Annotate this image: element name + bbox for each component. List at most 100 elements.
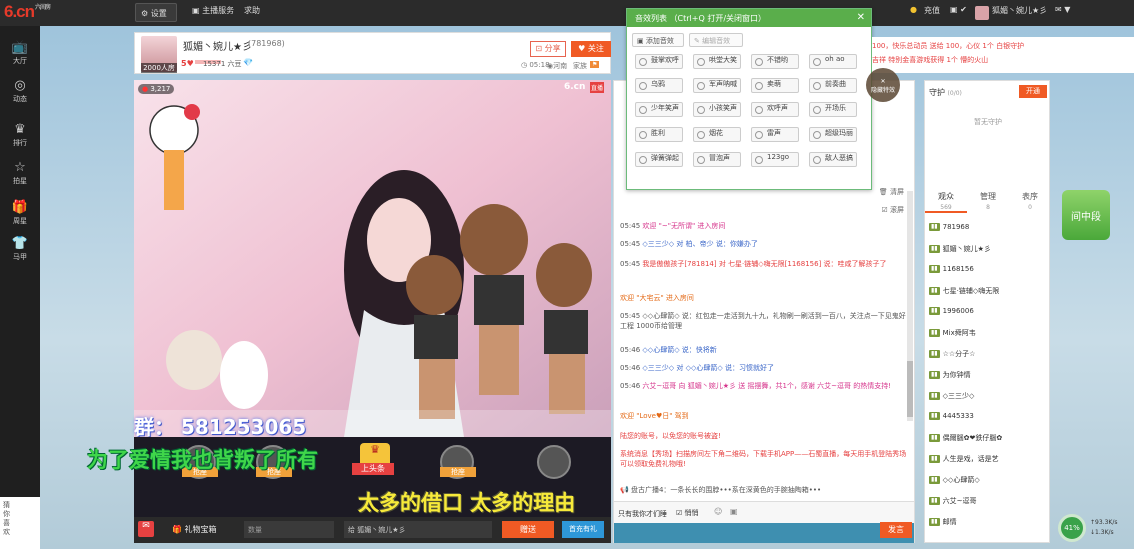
sfx-item[interactable]: 超级玛丽 bbox=[809, 127, 857, 142]
coin-icon: ● bbox=[910, 5, 917, 14]
host-service-link[interactable]: ▣ 主播服务 bbox=[192, 5, 234, 16]
scroll-toggle[interactable]: ☑ 滚屏 bbox=[881, 205, 904, 215]
user-level-badge: ▮▮ bbox=[929, 497, 940, 505]
sfx-item[interactable]: 胜利 bbox=[635, 127, 683, 142]
sfx-item[interactable]: 前奏曲 bbox=[809, 78, 857, 93]
sfx-item[interactable]: 冒泡声 bbox=[693, 152, 741, 167]
chat-message: 05:45 ◇◇心肆箭◇ 说：红包走一走活到九十九，礼物刷一刷活到一百八，关注点… bbox=[620, 312, 906, 330]
sfx-label: 哄堂大笑 bbox=[709, 56, 737, 64]
audience-user[interactable]: ▮▮ ◇三三少◇ bbox=[929, 391, 974, 401]
follow-button[interactable]: ♥ 关注 bbox=[571, 41, 611, 57]
headline-button[interactable]: 上头条 bbox=[352, 463, 394, 475]
video-stream[interactable]: ● 3,217 6.cn 直播 bbox=[134, 80, 611, 437]
sfx-item[interactable]: 敌人恶搞 bbox=[809, 152, 857, 167]
audience-user[interactable]: ▮▮ 为你钟情 bbox=[929, 370, 971, 380]
play-icon bbox=[639, 82, 647, 90]
sfx-item[interactable]: oh ao bbox=[809, 54, 857, 69]
nav-vest[interactable]: 👕 马甲 bbox=[0, 232, 40, 268]
host-name: 狐媚丶婉儿★彡 bbox=[183, 42, 252, 53]
chat-input[interactable] bbox=[614, 523, 914, 543]
nav-hall[interactable]: 📺 大厅 bbox=[0, 36, 40, 72]
add-sfx-button[interactable]: ▣ 添加音效 bbox=[632, 33, 684, 47]
settings-button[interactable]: ⚙ 设置 bbox=[135, 3, 177, 22]
image-icon[interactable]: ▣ bbox=[730, 507, 738, 516]
audience-user[interactable]: ▮▮ Mix舜阿韦 bbox=[929, 328, 976, 338]
sfx-item[interactable]: 卖萌 bbox=[751, 78, 799, 93]
close-icon[interactable]: ✕ bbox=[857, 12, 865, 23]
recipient-select[interactable]: 给 狐媚丶婉儿★彡 bbox=[344, 521, 492, 538]
share-button[interactable]: ⊡ 分享 bbox=[530, 41, 566, 57]
first-recharge-button[interactable]: 首充有礼 bbox=[562, 521, 604, 538]
user-name: 人生是戏，话是艺 bbox=[942, 455, 999, 463]
grab-seat-3[interactable]: 抢座 bbox=[440, 467, 476, 477]
audience-user[interactable]: ▮▮ ◇◇心肆箭◇ bbox=[929, 475, 980, 485]
chat-toolbar: 只有我你才们睡 ☑ 悄悄 ☺ ▣ bbox=[614, 501, 914, 523]
audience-user[interactable]: ▮▮ 1168156 bbox=[929, 265, 974, 273]
red-packet-icon[interactable]: ✉ bbox=[138, 521, 154, 537]
nav-weekly[interactable]: 🎁 周星 bbox=[0, 196, 40, 232]
family-badge[interactable]: ⚑ bbox=[590, 61, 600, 68]
sfx-item[interactable]: 小孩笑声 bbox=[693, 102, 741, 117]
shield-icon[interactable]: ▣ ✔ bbox=[950, 5, 967, 14]
audience-user[interactable]: ▮▮ 4445333 bbox=[929, 412, 974, 420]
sfx-item[interactable]: 欢呼声 bbox=[751, 102, 799, 117]
user-name: 为你钟情 bbox=[942, 371, 971, 379]
sfx-item[interactable]: 鼓掌欢呼 bbox=[635, 54, 683, 69]
chat-scrollbar[interactable] bbox=[907, 191, 913, 421]
nav-dynamic[interactable]: ◎ 动态 bbox=[0, 74, 40, 110]
whisper-checkbox[interactable]: ☑ 悄悄 bbox=[676, 508, 699, 518]
tab-audience[interactable]: 观众 569 bbox=[925, 191, 967, 213]
audience-user[interactable]: ▮▮ 偶爾腦✿❤鉄仔腦✿ bbox=[929, 433, 1002, 443]
ad-banner[interactable]: 间中段 bbox=[1062, 190, 1110, 240]
gift-box-button[interactable]: 🎁 礼物宝箱 bbox=[172, 524, 217, 535]
send-message-button[interactable]: 发言 bbox=[880, 522, 912, 538]
seat-avatar-4 bbox=[537, 445, 571, 479]
sfx-item[interactable]: 不错哟 bbox=[751, 54, 799, 69]
tab-queue[interactable]: 表序 0 bbox=[1009, 191, 1051, 213]
news-line-1: 100，快乐总动员 送给 100，心仪 1个 白银守护 bbox=[872, 42, 1025, 50]
sfx-item[interactable]: 弹簧弹起 bbox=[635, 152, 683, 167]
audience-user[interactable]: ▮▮ 狐媚丶婉儿★彡 bbox=[929, 244, 991, 254]
nav-ranking[interactable]: ♛ 排行 bbox=[0, 118, 40, 154]
clear-screen-button[interactable]: 🗑 清屏 bbox=[879, 187, 904, 197]
popup-header: 音效列表 （Ctrl+Q 打开/关闭窗口） ✕ bbox=[627, 9, 871, 27]
audience-user[interactable]: ▮▮ 人生是戏，话是艺 bbox=[929, 454, 999, 464]
play-icon bbox=[755, 131, 763, 139]
audience-user[interactable]: ▮▮ 七星·链辅◇嗨无限 bbox=[929, 286, 999, 296]
sfx-item[interactable]: 烟花 bbox=[693, 127, 741, 142]
system-message: 系统消息【秀场】扫描房间左下角二维码，下载手机APP——石蜀直播，每天用手机登陆… bbox=[620, 450, 907, 468]
contact-number: 群： 581253065 bbox=[134, 415, 307, 439]
audience-user[interactable]: ▮▮ 1996006 bbox=[929, 307, 974, 315]
sfx-item[interactable]: 123go bbox=[751, 152, 799, 167]
edit-sfx-button[interactable]: ✎ 编辑音效 bbox=[689, 33, 743, 47]
sfx-item[interactable]: 哄堂大笑 bbox=[693, 54, 741, 69]
guard-open-button[interactable]: 开通 bbox=[1019, 85, 1047, 98]
host-id: (781968) bbox=[248, 39, 285, 48]
lyric-line-1: 为了爱情我也背叛了所有 bbox=[87, 448, 318, 472]
sfx-item[interactable]: 雷声 bbox=[751, 127, 799, 142]
play-icon bbox=[639, 58, 647, 66]
sfx-item[interactable]: 少年笑声 bbox=[635, 102, 683, 117]
tab-admin[interactable]: 管理 8 bbox=[967, 191, 1009, 213]
sfx-item[interactable]: 军声呐喊 bbox=[693, 78, 741, 93]
audience-user[interactable]: ▮▮ 781968 bbox=[929, 223, 969, 231]
audience-user[interactable]: ▮▮ 六艾~逗哥 bbox=[929, 496, 976, 506]
hide-effects-button[interactable]: ✕ 隐藏特效 bbox=[866, 68, 900, 102]
help-link[interactable]: 求助 bbox=[244, 5, 260, 16]
play-icon bbox=[755, 156, 763, 164]
guess-you-like[interactable]: 猜你喜欢 bbox=[0, 497, 40, 549]
emoji-icon[interactable]: ☺ bbox=[714, 507, 722, 516]
family-label: 家族 bbox=[573, 62, 587, 70]
user-name[interactable]: 狐媚丶婉儿★彡 bbox=[992, 5, 1047, 16]
quantity-input[interactable]: 数量 bbox=[244, 521, 334, 538]
nav-star[interactable]: ☆ 拍星 bbox=[0, 156, 40, 192]
send-gift-button[interactable]: 赠送 bbox=[502, 521, 554, 538]
user-avatar[interactable] bbox=[975, 6, 989, 20]
audience-user[interactable]: ▮▮ 邮情 bbox=[929, 517, 957, 527]
audience-user[interactable]: ▮▮ ☆☆分子☆ bbox=[929, 349, 975, 359]
mail-icon[interactable]: ✉ ▼ bbox=[1055, 5, 1070, 14]
site-logo[interactable]: 6.cn 六间房 bbox=[4, 2, 51, 22]
sfx-item[interactable]: 开场乐 bbox=[809, 102, 857, 117]
sfx-item[interactable]: 乌鸦 bbox=[635, 78, 683, 93]
recharge-link[interactable]: 充值 bbox=[924, 5, 940, 16]
